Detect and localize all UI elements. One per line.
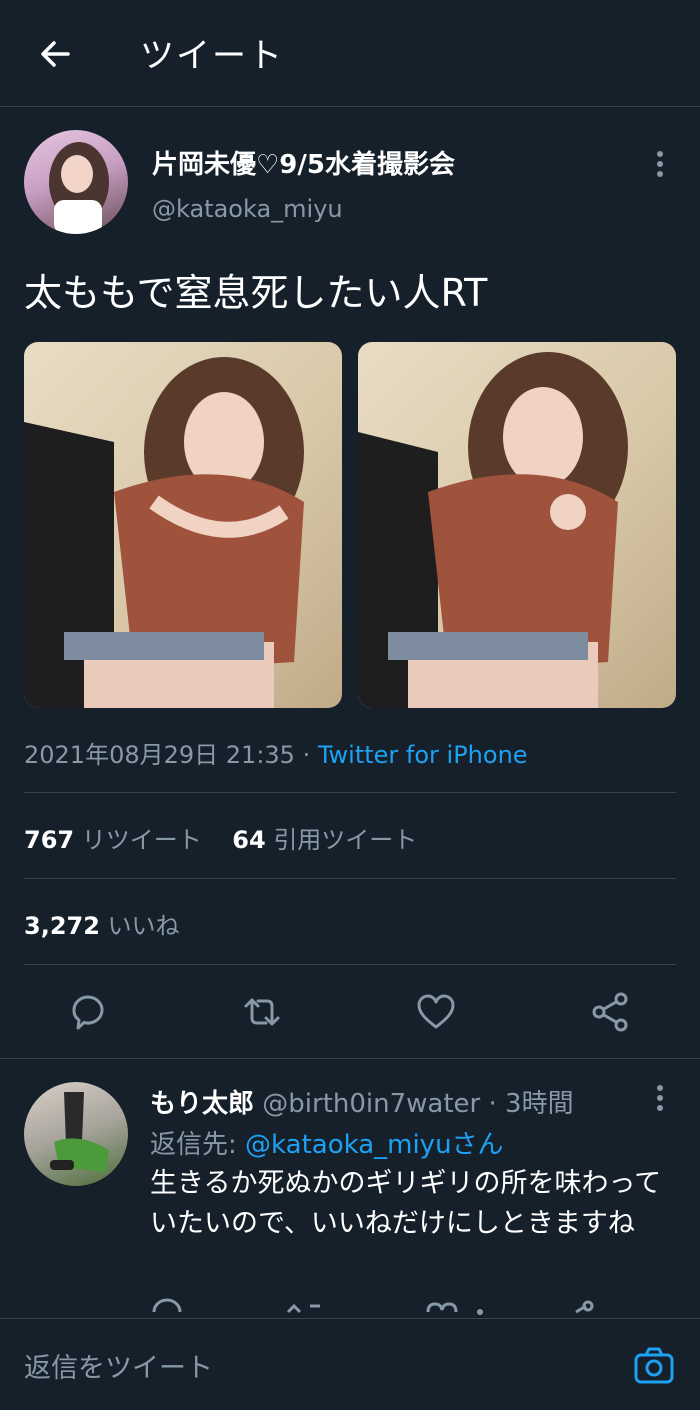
page-title: ツイート xyxy=(140,36,284,76)
tweet-source-link[interactable]: Twitter for iPhone xyxy=(318,741,528,769)
reply-header: もり太郎 @birth0in7water · 3時間 xyxy=(150,1083,574,1120)
tweet-text: 太ももで窒息死したい人RT xyxy=(24,271,488,315)
avatar-image xyxy=(50,1092,109,1172)
reply-author-name[interactable]: もり太郎 xyxy=(150,1089,254,1119)
tweet-timestamp-source: 2021年08月29日 21:35 · Twitter for iPhone xyxy=(24,735,528,770)
likes-stat[interactable]: 3,272 いいね xyxy=(24,906,180,941)
more-vertical-icon[interactable] xyxy=(648,1082,672,1114)
retweets-label: リツイート xyxy=(81,826,202,854)
divider xyxy=(0,1058,700,1059)
reply-icon xyxy=(152,1298,182,1313)
reply-author-handle[interactable]: @birth0in7water xyxy=(262,1089,480,1119)
retweet-icon xyxy=(286,1303,320,1314)
author-handle[interactable]: @kataoka_miyu xyxy=(152,195,343,223)
replying-to-prefix: 返信先: xyxy=(150,1130,246,1160)
likes-label: いいね xyxy=(107,912,180,940)
divider xyxy=(24,792,676,793)
reply-action-bar xyxy=(152,1298,594,1315)
reply-icon[interactable] xyxy=(66,990,110,1034)
retweets-count: 767 xyxy=(24,826,75,854)
reply-time[interactable]: 3時間 xyxy=(505,1089,574,1119)
reply-text: 生きるか死ぬかのギリギリの所を味わっていたいので、いいねだけにしときますね xyxy=(150,1168,662,1239)
author-avatar[interactable] xyxy=(24,130,128,234)
tweet-image-1[interactable] xyxy=(24,342,342,708)
likes-count: 3,272 xyxy=(24,912,100,940)
retweets-stat[interactable]: 767 リツイート xyxy=(24,826,202,854)
quotes-stat[interactable]: 64 引用ツイート xyxy=(232,826,417,854)
top-bar xyxy=(0,0,700,107)
photo-illustration xyxy=(358,352,628,708)
reply-author-avatar[interactable] xyxy=(24,1082,128,1186)
quotes-count: 64 xyxy=(232,826,266,854)
share-icon[interactable] xyxy=(588,990,632,1034)
reply-compose-input[interactable]: 返信をツイート xyxy=(24,1346,213,1385)
author-display-name[interactable]: 片岡未優♡9/5水着撮影会 xyxy=(152,144,455,181)
heart-icon[interactable] xyxy=(414,990,458,1034)
avatar-image xyxy=(49,142,109,234)
quotes-label: 引用ツイート xyxy=(273,826,418,854)
divider xyxy=(24,878,676,879)
tweet-image-2[interactable] xyxy=(358,342,676,708)
camera-icon[interactable] xyxy=(632,1344,676,1388)
photo-illustration xyxy=(24,357,304,708)
divider xyxy=(24,964,676,965)
replying-to-mention[interactable]: @kataoka_miyuさん xyxy=(245,1130,504,1160)
retweet-quote-stats: 767 リツイート 64 引用ツイート xyxy=(24,820,417,855)
arrow-left-icon[interactable] xyxy=(34,32,78,76)
more-vertical-icon[interactable] xyxy=(648,148,672,180)
retweet-icon[interactable] xyxy=(240,990,284,1034)
meta-separator: · xyxy=(294,741,318,769)
reply-dot: · xyxy=(480,1089,506,1119)
replying-to: 返信先: @kataoka_miyuさん xyxy=(150,1124,504,1161)
heart-icon xyxy=(426,1302,458,1313)
tweet-datetime[interactable]: 2021年08月29日 21:35 xyxy=(24,741,295,769)
